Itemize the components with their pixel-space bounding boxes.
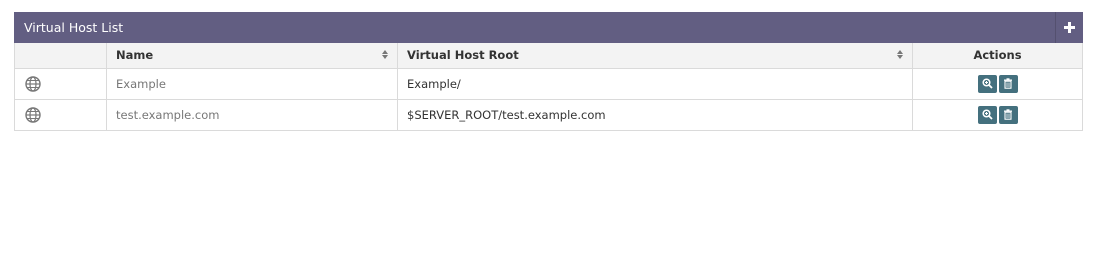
row-actions [912, 98, 1083, 131]
virtual-host-list-panel: Virtual Host List Name Virtual Host Root… [14, 12, 1083, 131]
column-header-icon [14, 43, 107, 69]
column-header-name-label: Name [116, 48, 154, 63]
table-row: Example Example/ [14, 67, 1083, 100]
globe-icon [25, 106, 41, 123]
plus-icon [1064, 22, 1075, 33]
row-actions [912, 67, 1083, 100]
delete-button[interactable] [998, 105, 1018, 124]
sort-icon[interactable] [381, 49, 388, 60]
vhost-name-link[interactable]: Example [106, 67, 398, 100]
view-button[interactable] [977, 74, 997, 93]
delete-button[interactable] [998, 74, 1018, 93]
row-icon-cell [14, 98, 107, 131]
table-header-row: Name Virtual Host Root Actions [14, 43, 1083, 69]
add-virtual-host-button[interactable] [1055, 12, 1083, 43]
column-header-name[interactable]: Name [106, 43, 398, 69]
sort-icon[interactable] [896, 49, 903, 60]
globe-icon [25, 75, 41, 92]
trash-icon [1004, 78, 1012, 89]
virtual-host-table: Name Virtual Host Root Actions Example E… [14, 43, 1083, 131]
zoom-icon [981, 78, 993, 89]
table-row: test.example.com $SERVER_ROOT/test.examp… [14, 98, 1083, 131]
trash-icon [1004, 109, 1012, 120]
column-header-actions: Actions [912, 43, 1083, 69]
vhost-root: Example/ [397, 67, 913, 100]
panel-title: Virtual Host List [24, 20, 124, 35]
row-icon-cell [14, 67, 107, 100]
vhost-root: $SERVER_ROOT/test.example.com [397, 98, 913, 131]
column-header-root-label: Virtual Host Root [407, 48, 519, 63]
column-header-root[interactable]: Virtual Host Root [397, 43, 913, 69]
vhost-name-link[interactable]: test.example.com [106, 98, 398, 131]
view-button[interactable] [977, 105, 997, 124]
panel-header: Virtual Host List [14, 12, 1083, 43]
zoom-icon [981, 109, 993, 120]
